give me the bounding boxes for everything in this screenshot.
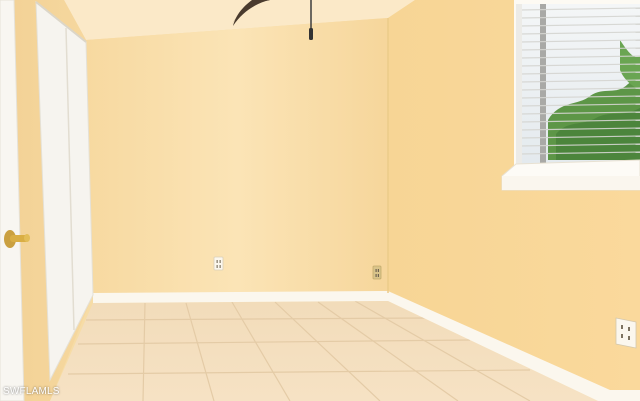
outlet-icon <box>213 256 224 271</box>
back-baseboard <box>93 291 388 303</box>
outlet-back-wall-right <box>372 265 382 280</box>
watermark-text: SWFLAMLS <box>3 386 60 397</box>
empty-room-photo <box>0 0 640 401</box>
back-wall <box>86 18 388 295</box>
window <box>501 0 640 191</box>
outlet-right-wall <box>615 317 637 349</box>
